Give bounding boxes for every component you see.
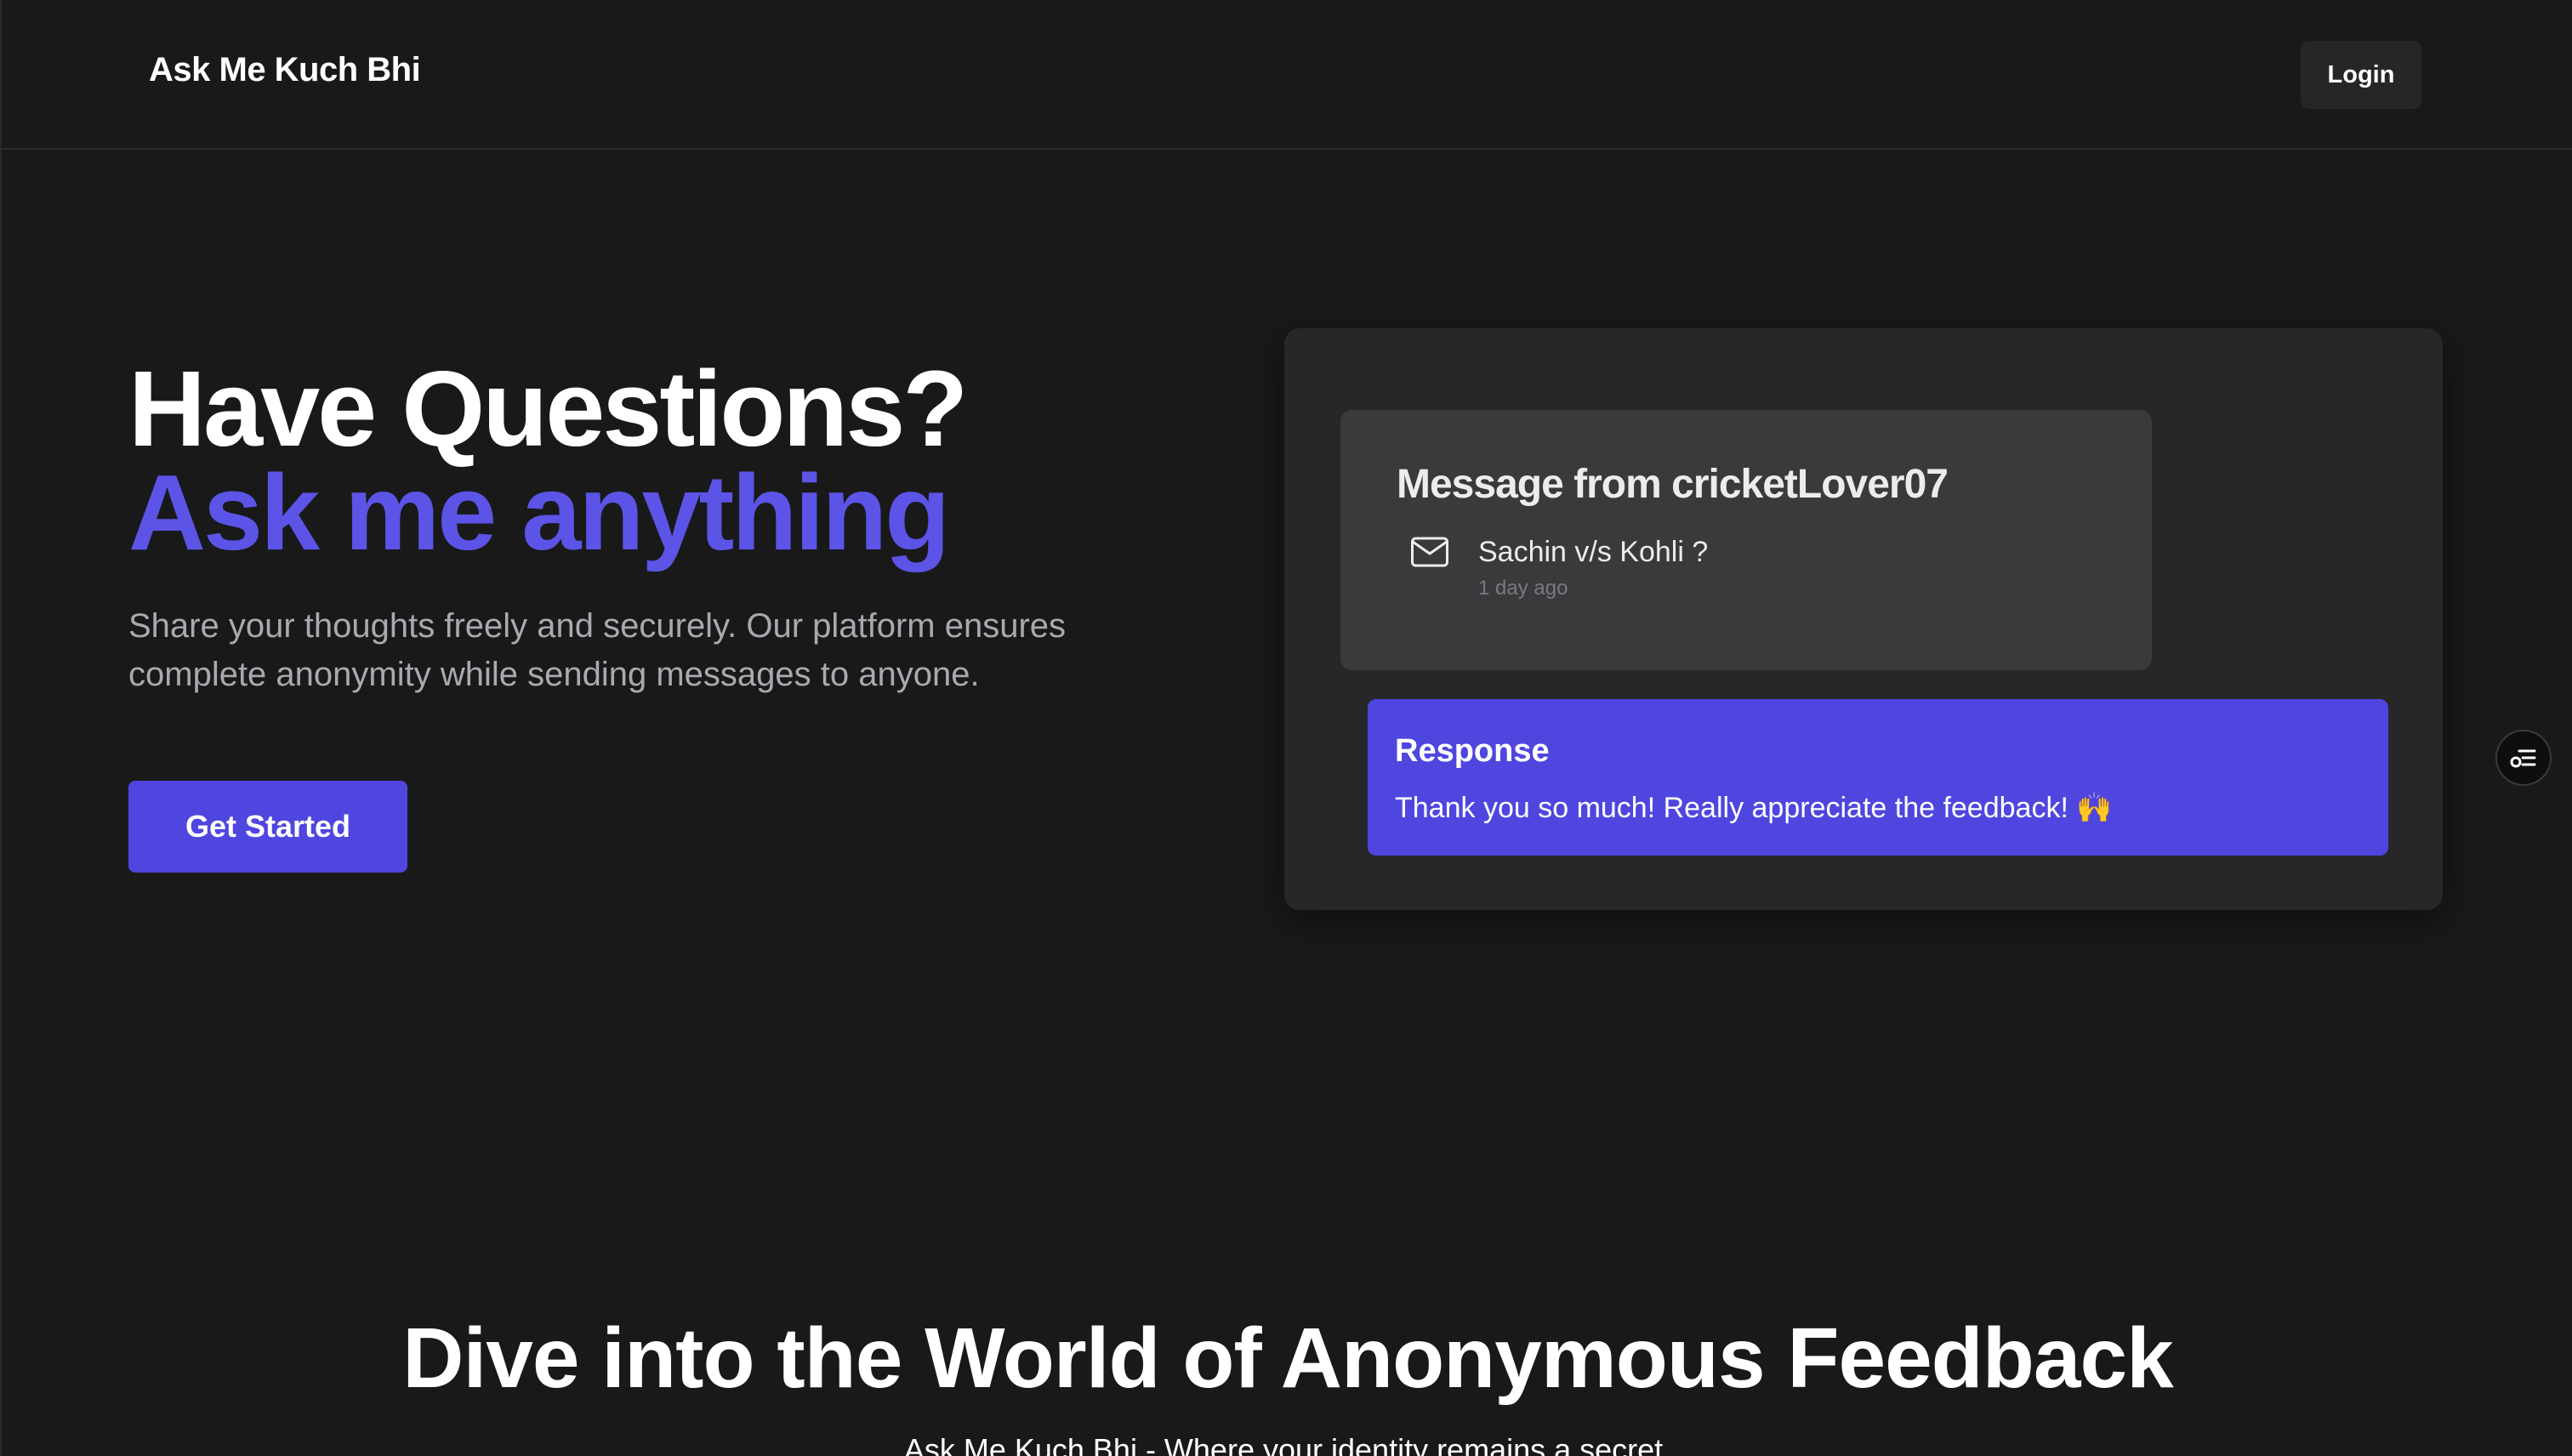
section-subtitle: Ask Me Kuch Bhi - Where your identity re… bbox=[903, 1432, 1672, 1456]
message-text: Sachin v/s Kohli ? bbox=[1478, 536, 1709, 568]
page: Ask Me Kuch Bhi Login Have Questions? As… bbox=[0, 0, 2572, 1456]
section-title: Dive into the World of Anonymous Feedbac… bbox=[402, 1311, 2173, 1406]
hero-title: Have Questions? bbox=[128, 349, 968, 469]
message-showcase-card: Message from cricketLover07 Sachin v/s K… bbox=[1284, 328, 2443, 910]
hero-description: Share your thoughts freely and securely.… bbox=[128, 607, 1067, 693]
get-started-button[interactable]: Get Started bbox=[128, 781, 407, 873]
response-card: Response Thank you so much! Really appre… bbox=[1368, 699, 2388, 856]
message-timestamp: 1 day ago bbox=[1478, 577, 1568, 600]
login-button[interactable]: Login bbox=[2301, 41, 2421, 109]
settings-list-button[interactable] bbox=[2495, 730, 2552, 786]
message-title: Message from cricketLover07 bbox=[1397, 462, 1949, 507]
message-card: Message from cricketLover07 Sachin v/s K… bbox=[1340, 410, 2152, 670]
hero-accent-title: Ask me anything bbox=[128, 452, 950, 572]
response-text: Thank you so much! Really appreciate the… bbox=[1395, 792, 2113, 824]
brand-logo-text[interactable]: Ask Me Kuch Bhi bbox=[149, 51, 421, 89]
response-title: Response bbox=[1395, 733, 1550, 769]
mail-icon bbox=[1411, 537, 1448, 567]
top-nav: Ask Me Kuch Bhi Login bbox=[2, 0, 2572, 150]
settings-list-icon bbox=[2510, 749, 2536, 768]
